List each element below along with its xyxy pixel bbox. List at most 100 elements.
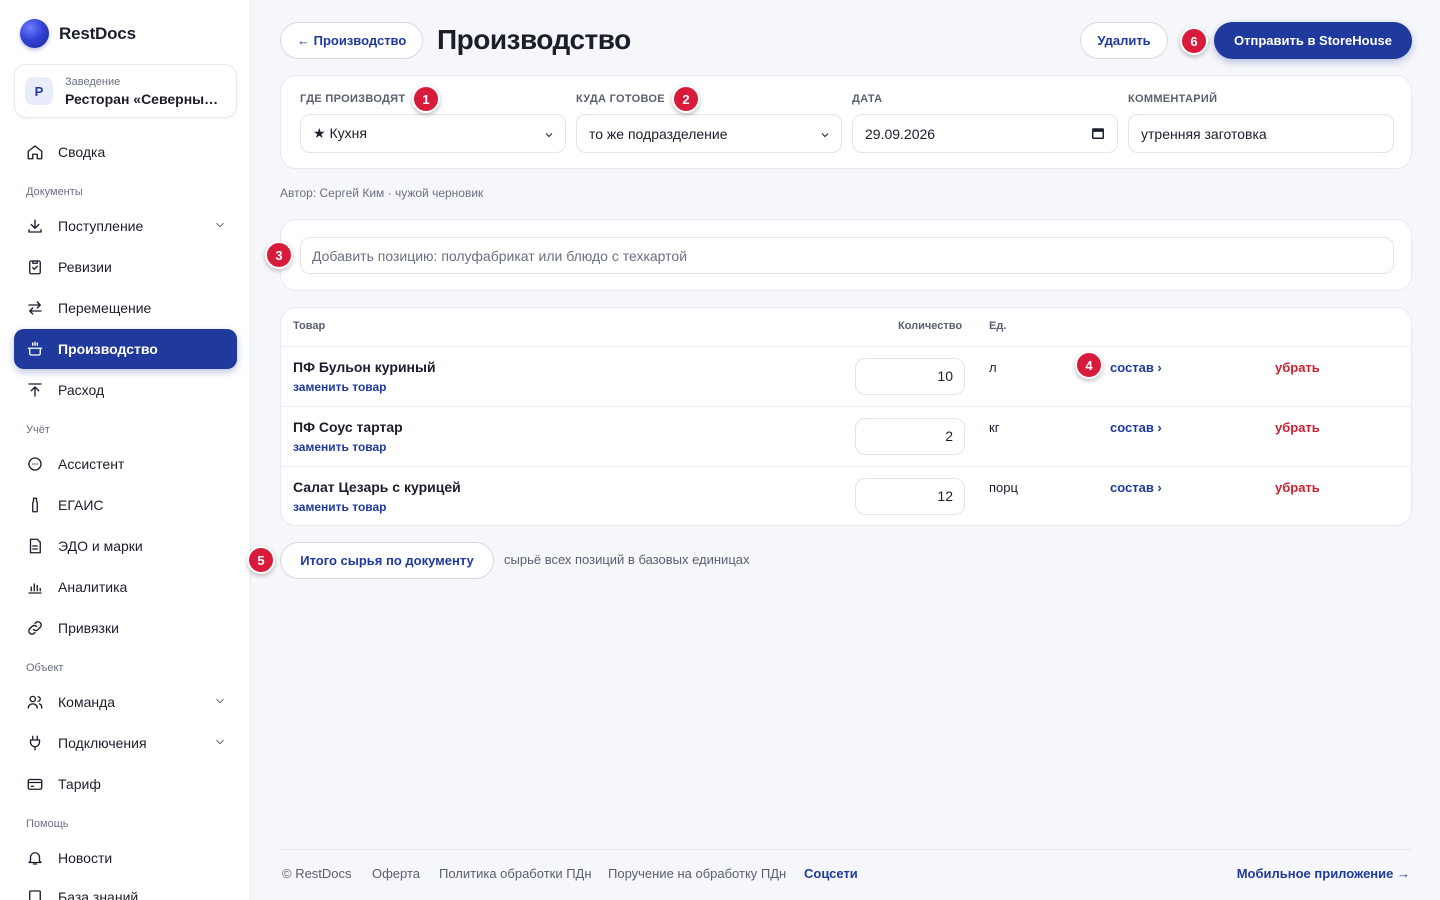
chevron-down-icon xyxy=(213,694,227,708)
sidebar-item-bindings[interactable]: Привязки xyxy=(14,608,237,648)
book-icon xyxy=(26,888,44,900)
annotation-badge-4: 4 xyxy=(1075,351,1103,379)
replace-product-link[interactable]: заменить товар xyxy=(293,380,387,394)
comment-label: КОММЕНТАРИЙ xyxy=(1128,93,1218,105)
chevron-down-icon xyxy=(213,218,227,232)
sidebar-item-label: Подключения xyxy=(58,735,147,751)
sidebar-item-label: Ассистент xyxy=(58,456,125,472)
remove-link[interactable]: убрать xyxy=(1275,420,1320,435)
sidebar-item-news[interactable]: Новости xyxy=(14,838,237,878)
sidebar-item-connections[interactable]: Подключения xyxy=(14,723,237,763)
sidebar-item-label: Ревизии xyxy=(58,259,112,275)
sidebar-item-label: Привязки xyxy=(58,620,119,636)
pot-icon xyxy=(26,340,44,358)
sidebar-item-label: Аналитика xyxy=(58,579,128,595)
users-icon xyxy=(26,693,44,711)
date-input[interactable]: 29.09.2026 xyxy=(852,114,1118,153)
column-header-product: Товар xyxy=(293,320,326,332)
send-to-storehouse-button[interactable]: Отправить в StoreHouse xyxy=(1214,22,1412,59)
plug-icon xyxy=(26,734,44,752)
quantity-input[interactable]: 12 xyxy=(855,478,965,515)
date-value: 29.09.2026 xyxy=(865,125,936,142)
sidebar-item-label: Производство xyxy=(58,341,158,357)
product-name: ПФ Соус тартар xyxy=(293,419,403,435)
annotation-badge-1: 1 xyxy=(412,85,440,113)
raw-totals-button[interactable]: Итого сырья по документу xyxy=(280,542,494,579)
annotation-badge-2: 2 xyxy=(672,85,700,113)
sidebar-item-label: Перемещение xyxy=(58,300,152,316)
bottle-icon xyxy=(26,496,44,514)
quantity-input[interactable]: 2 xyxy=(855,418,965,455)
footer-mobile-app-link[interactable]: Мобильное приложение → xyxy=(1237,866,1410,881)
footer-offer-link[interactable]: Оферта xyxy=(372,866,420,881)
page-title: Производство xyxy=(437,24,631,55)
footer-policy-link[interactable]: Политика обработки ПДн xyxy=(439,866,592,881)
footer-copyright: © RestDocs xyxy=(282,866,352,881)
table-row: ПФ Бульон куриный заменить товар 10 л со… xyxy=(281,346,1411,406)
replace-product-link[interactable]: заменить товар xyxy=(293,440,387,454)
composition-link[interactable]: состав › xyxy=(1110,480,1162,495)
where-value: ★ Кухня xyxy=(313,125,367,141)
sidebar-item-egais[interactable]: ЕГАИС xyxy=(14,485,237,525)
venue-switcher[interactable]: Р Заведение Ресторан «Северный ... xyxy=(14,64,237,118)
sidebar-item-tariff[interactable]: Тариф xyxy=(14,764,237,804)
bar-chart-icon xyxy=(26,578,44,596)
chevron-down-icon xyxy=(213,735,227,749)
sidebar-item-label: ЭДО и марки xyxy=(58,538,143,554)
sidebar-item-analytics[interactable]: Аналитика xyxy=(14,567,237,607)
brand[interactable]: RestDocs xyxy=(20,19,136,48)
sidebar-item-label: Команда xyxy=(58,694,116,710)
sidebar-item-label: Новости xyxy=(58,850,113,866)
add-position-input[interactable]: Добавить позицию: полуфабрикат или блюдо… xyxy=(300,237,1394,274)
delete-button[interactable]: Удалить xyxy=(1080,22,1168,59)
column-header-quantity: Количество xyxy=(898,320,963,332)
nav-group-documents: Документы xyxy=(26,186,83,198)
sidebar-item-label: Тариф xyxy=(58,776,101,792)
remove-link[interactable]: убрать xyxy=(1275,360,1320,375)
nav-group-accounting: Учёт xyxy=(26,424,50,436)
destination-select[interactable]: то же подразделение xyxy=(576,114,842,153)
sidebar-item-assistant[interactable]: Ассистент xyxy=(14,444,237,484)
back-button[interactable]: ← Производство xyxy=(280,22,424,59)
product-name: Салат Цезарь с курицей xyxy=(293,479,461,495)
sidebar-item-label: ЕГАИС xyxy=(58,497,104,513)
sidebar-item-knowledge-base[interactable]: База знаний xyxy=(14,877,237,900)
comment-value: утренняя заготовка xyxy=(1141,125,1267,142)
remove-link[interactable]: убрать xyxy=(1275,480,1320,495)
sidebar-item-expense[interactable]: Расход xyxy=(14,370,237,410)
replace-product-link[interactable]: заменить товар xyxy=(293,500,387,514)
calendar-icon[interactable] xyxy=(1091,126,1105,140)
credit-card-icon xyxy=(26,775,44,793)
home-icon xyxy=(26,143,44,161)
sidebar-item-production[interactable]: Производство xyxy=(14,329,237,369)
document-form-card: ГДЕ ПРОИЗВОДЯТ 1 ★ Кухня КУДА ГОТОВОЕ 2 … xyxy=(280,75,1412,169)
sidebar-item-edo[interactable]: ЭДО и марки xyxy=(14,526,237,566)
composition-link[interactable]: состав › xyxy=(1110,360,1162,375)
table-row: Салат Цезарь с курицей заменить товар 12… xyxy=(281,466,1411,525)
add-position-card: Добавить позицию: полуфабрикат или блюдо… xyxy=(280,219,1412,291)
column-header-unit: Ед. xyxy=(989,320,1007,332)
brand-name: RestDocs xyxy=(59,23,136,43)
sidebar-item-receipts[interactable]: Поступление xyxy=(14,206,237,246)
comment-input[interactable]: утренняя заготовка xyxy=(1128,114,1394,153)
sidebar-item-label: Расход xyxy=(58,382,105,398)
sidebar-item-transfer[interactable]: Перемещение xyxy=(14,288,237,328)
sidebar-item-team[interactable]: Команда xyxy=(14,682,237,722)
annotation-badge-3: 3 xyxy=(265,241,293,269)
sidebar-item-summary[interactable]: Сводка xyxy=(14,132,237,172)
sidebar-item-label: Сводка xyxy=(58,144,106,160)
sidebar-item-revisions[interactable]: Ревизии xyxy=(14,247,237,287)
destination-value: то же подразделение xyxy=(589,125,728,142)
footer-instruction-link[interactable]: Поручение на обработку ПДн xyxy=(608,866,786,881)
composition-link[interactable]: состав › xyxy=(1110,420,1162,435)
quantity-input[interactable]: 10 xyxy=(855,358,965,395)
bell-icon xyxy=(26,849,44,867)
assistant-icon xyxy=(26,455,44,473)
sidebar: RestDocs Р Заведение Ресторан «Северный … xyxy=(0,0,251,900)
product-name: ПФ Бульон куриный xyxy=(293,359,436,375)
where-select[interactable]: ★ Кухня xyxy=(300,114,566,153)
unit-value: порц xyxy=(989,480,1018,495)
sidebar-item-label: Поступление xyxy=(58,218,144,234)
upload-icon xyxy=(26,381,44,399)
footer-social-link[interactable]: Соцсети xyxy=(804,866,858,881)
